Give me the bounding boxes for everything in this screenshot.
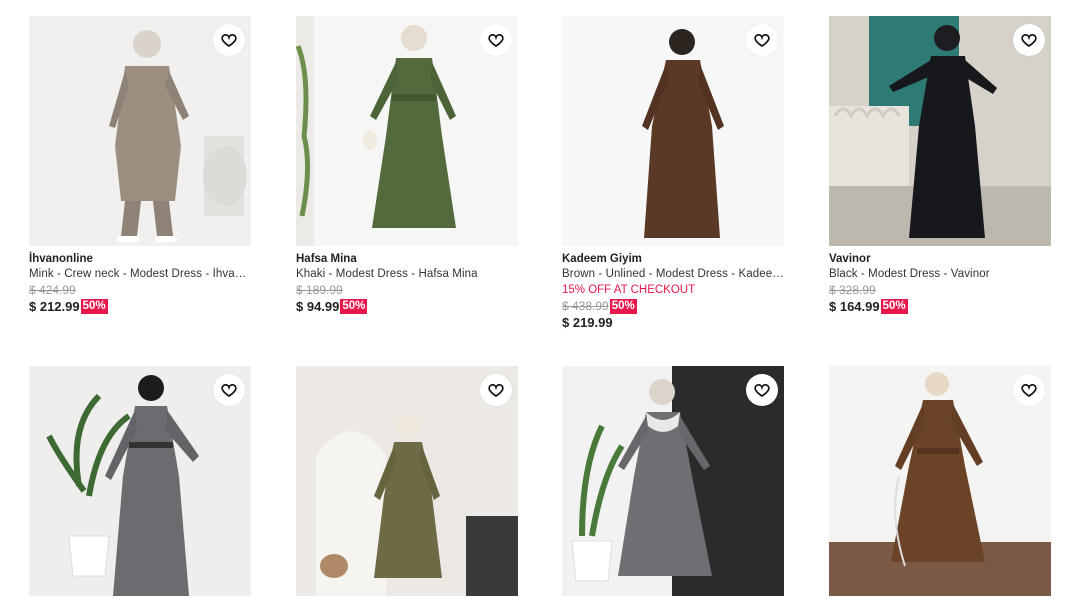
favorite-button[interactable] [746,24,778,56]
discount-badge: 50% [340,299,368,314]
product-brand[interactable]: Vavinor [829,252,1051,267]
favorite-button[interactable] [1013,374,1045,406]
original-price: $ 438.99 [562,299,609,313]
favorite-button[interactable] [213,24,245,56]
product-card[interactable]: Vavinor Black - Modest Dress - Vavinor $… [829,16,1051,315]
product-name[interactable]: Khaki - Modest Dress - Hafsa Mina [296,267,518,282]
original-price: $ 189.99 [296,283,343,297]
price-row: $ 212.99 50% [29,298,251,315]
price-row: $ 164.99 50% [829,298,1051,315]
product-image[interactable] [29,366,251,596]
discount-badge: 50% [880,299,908,314]
product-card[interactable]: Hafsa Mina Khaki - Modest Dress - Hafsa … [296,16,518,315]
product-card[interactable]: İhvanonline Mink - Crew neck - Modest Dr… [29,16,251,315]
product-name[interactable]: Mink - Crew neck - Modest Dress - İhvano… [29,267,251,282]
heart-outline-icon [1021,34,1037,47]
heart-outline-icon [488,34,504,47]
product-image[interactable] [296,16,518,246]
product-card[interactable] [829,366,1051,596]
final-price: $ 219.99 [562,315,613,330]
heart-outline-icon [754,34,770,47]
sale-price: $ 212.99 [29,299,80,314]
promo-text: 15% OFF AT CHECKOUT [562,284,696,296]
heart-outline-icon [221,384,237,397]
product-brand[interactable]: Hafsa Mina [296,252,518,267]
favorite-button[interactable] [480,374,512,406]
price-row: $ 94.99 50% [296,298,518,315]
product-card[interactable] [29,366,251,596]
original-price: $ 328.99 [829,283,876,297]
favorite-button[interactable] [746,374,778,406]
sale-price: $ 164.99 [829,299,880,314]
original-price: $ 424.99 [29,283,76,297]
product-card[interactable]: Kadeem Giyim Brown - Unlined - Modest Dr… [562,16,784,331]
product-card[interactable] [562,366,784,596]
favorite-button[interactable] [480,24,512,56]
product-image[interactable] [296,366,518,596]
product-image[interactable] [829,16,1051,246]
price-row: $ 438.99 50% [562,298,784,314]
sale-price: $ 94.99 [296,299,340,314]
favorite-button[interactable] [1013,24,1045,56]
product-image[interactable] [829,366,1051,596]
heart-outline-icon [221,34,237,47]
heart-outline-icon [488,384,504,397]
heart-outline-icon [754,384,770,397]
product-brand[interactable]: Kadeem Giyim [562,252,784,267]
product-brand[interactable]: İhvanonline [29,252,251,267]
discount-badge: 50% [80,299,108,314]
product-image[interactable] [562,16,784,246]
discount-badge: 50% [609,298,637,314]
product-card[interactable] [296,366,518,596]
favorite-button[interactable] [213,374,245,406]
heart-outline-icon [1021,384,1037,397]
product-name[interactable]: Black - Modest Dress - Vavinor [829,267,1051,282]
product-image[interactable] [562,366,784,596]
product-name[interactable]: Brown - Unlined - Modest Dress - Kadeem … [562,267,784,282]
product-image[interactable] [29,16,251,246]
